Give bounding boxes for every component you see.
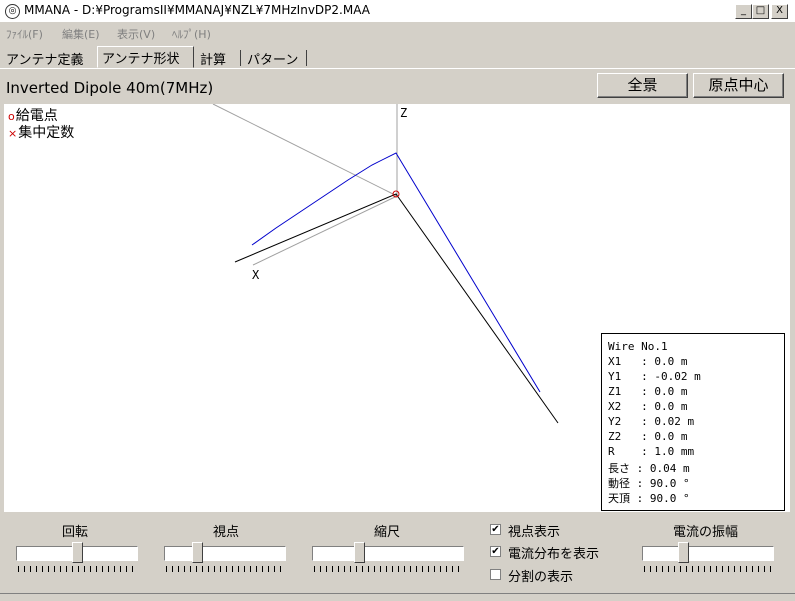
tab-pattern[interactable]: パターン — [243, 48, 302, 68]
title-bar: ◎ MMANA - D:¥ProgramsII¥MMANAJ¥NZL¥7MHzI… — [0, 0, 795, 22]
amplitude-slider-thumb[interactable] — [678, 542, 690, 563]
antenna-wire — [234, 193, 559, 424]
tab-divider — [306, 50, 307, 66]
tab-divider — [240, 50, 241, 66]
viewpoint-label: 視点 — [213, 525, 240, 540]
wire-info-line: X1 : 0.0 m — [608, 355, 688, 368]
menu-bar: ﾌｧｲﾙ(F) 編集(E) 表示(V) ﾍﾙﾌﾟ(H) — [0, 23, 795, 43]
amplitude-ticks — [644, 566, 772, 572]
viewpoint-slider-thumb[interactable] — [191, 542, 203, 563]
wire-info-line: Wire No.1 — [608, 340, 668, 353]
scale-ticks — [314, 566, 462, 572]
show-segments-label: 分割の表示 — [508, 570, 574, 585]
origin-center-button[interactable]: 原点中心 — [693, 73, 784, 98]
wire-info-box: Wire No.1 X1 : 0.0 m Y1 : -0.02 m Z1 : 0… — [601, 333, 785, 511]
show-viewpoint-label: 視点表示 — [508, 525, 561, 540]
amplitude-slider-track[interactable] — [642, 546, 774, 561]
menu-edit[interactable]: 編集(E) — [62, 26, 100, 42]
rotation-label: 回転 — [62, 525, 89, 540]
x-axis-label: X — [252, 268, 260, 282]
show-viewpoint-checkbox[interactable]: ✔ — [490, 524, 501, 535]
tab-calculation[interactable]: 計算 — [196, 48, 230, 68]
viewpoint-ticks — [166, 566, 284, 572]
check-mark: ✔ — [491, 546, 500, 557]
full-view-button[interactable]: 全景 — [597, 73, 688, 98]
scale-slider-thumb[interactable] — [354, 542, 366, 563]
check-mark: ✔ — [491, 524, 500, 535]
wire-info-line: X2 : 0.0 m — [608, 400, 688, 413]
menu-view[interactable]: 表示(V) — [117, 26, 155, 42]
wire-info-line: 動径 : 90.0 ° — [608, 477, 690, 490]
maximize-button[interactable]: □ — [752, 4, 769, 19]
window-title: MMANA - D:¥ProgramsII¥MMANAJ¥NZL¥7MHzInv… — [24, 3, 370, 17]
tab-antenna-shape[interactable]: アンテナ形状 — [97, 46, 194, 68]
y-axis-line — [212, 104, 398, 197]
rotation-slider-thumb[interactable] — [71, 542, 83, 563]
minimize-button[interactable]: _ — [735, 4, 752, 19]
close-button[interactable]: X — [771, 4, 788, 19]
menu-help[interactable]: ﾍﾙﾌﾟ(H) — [172, 26, 211, 42]
wire-info-line: R : 1.0 mm — [608, 445, 695, 458]
wire-info-line: Y2 : 0.02 m — [608, 415, 695, 428]
load-legend-label: 集中定数 — [18, 125, 75, 141]
load-legend-marker: × — [8, 127, 18, 140]
x-axis-line — [252, 195, 398, 266]
wire-info-line: Y1 : -0.02 m — [608, 370, 701, 383]
wire-info-line: 天頂 : 90.0 ° — [608, 492, 690, 505]
wire-info-line: 長さ : 0.04 m — [608, 462, 690, 475]
antenna-view-canvas[interactable]: Z X o給電点 ×集中定数 Wire No.1 X1 : 0.0 m Y1 :… — [4, 104, 790, 512]
mmana-app-icon[interactable]: ◎ — [5, 4, 20, 19]
show-segments-checkbox[interactable] — [490, 569, 501, 580]
scale-label: 縮尺 — [374, 525, 401, 540]
show-current-distribution-label: 電流分布を表示 — [508, 547, 600, 562]
scale-slider-track[interactable] — [312, 546, 464, 561]
wire-info-line: Z2 : 0.0 m — [608, 430, 688, 443]
rotation-ticks — [18, 566, 136, 572]
viewpoint-slider-track[interactable] — [164, 546, 286, 561]
antenna-name: Inverted Dipole 40m(7MHz) — [6, 79, 214, 97]
show-current-distribution-checkbox[interactable]: ✔ — [490, 546, 501, 557]
current-amplitude-label: 電流の振幅 — [673, 525, 739, 540]
tab-antenna-definition[interactable]: アンテナ定義 — [2, 48, 87, 68]
legend-load: ×集中定数 — [8, 122, 74, 142]
panel-edge — [0, 68, 795, 69]
wire-info-line: Z1 : 0.0 m — [608, 385, 688, 398]
menu-file[interactable]: ﾌｧｲﾙ(F) — [6, 26, 43, 42]
tab-strip: アンテナ定義 アンテナ形状 計算 パターン — [0, 46, 795, 68]
current-distribution-curve — [251, 152, 541, 393]
z-axis-label: Z — [400, 106, 407, 120]
